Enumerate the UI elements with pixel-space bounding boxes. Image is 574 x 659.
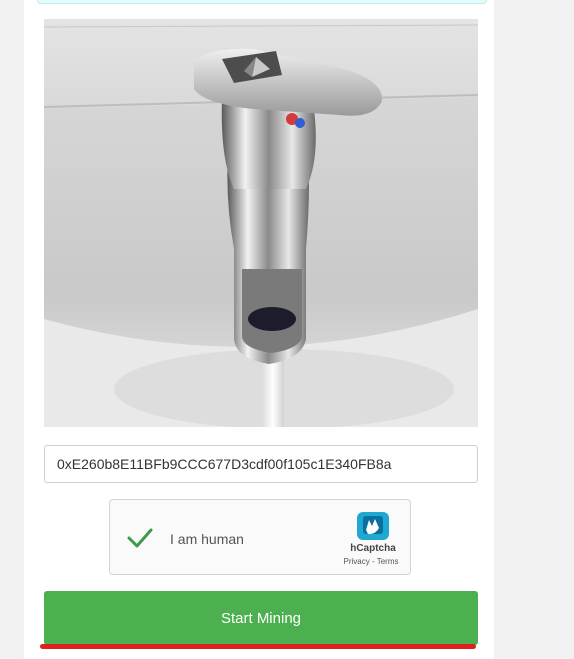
captcha-brand: hCaptcha [350, 543, 396, 554]
wallet-address-input[interactable] [44, 445, 478, 483]
page: I am human hCaptcha Privacy - Terms Star… [0, 0, 574, 659]
hcaptcha-logo-icon [355, 510, 391, 542]
hcaptcha-widget[interactable]: I am human hCaptcha Privacy - Terms [109, 499, 411, 575]
captcha-privacy-terms-links[interactable]: Privacy - Terms [336, 557, 406, 566]
captcha-label: I am human [170, 531, 244, 547]
top-banner [37, 0, 487, 4]
faucet-illustration [44, 19, 478, 427]
check-icon[interactable] [126, 526, 154, 550]
highlight-underline [40, 644, 476, 649]
faucet-image [44, 19, 478, 427]
start-mining-button[interactable]: Start Mining [44, 591, 478, 645]
